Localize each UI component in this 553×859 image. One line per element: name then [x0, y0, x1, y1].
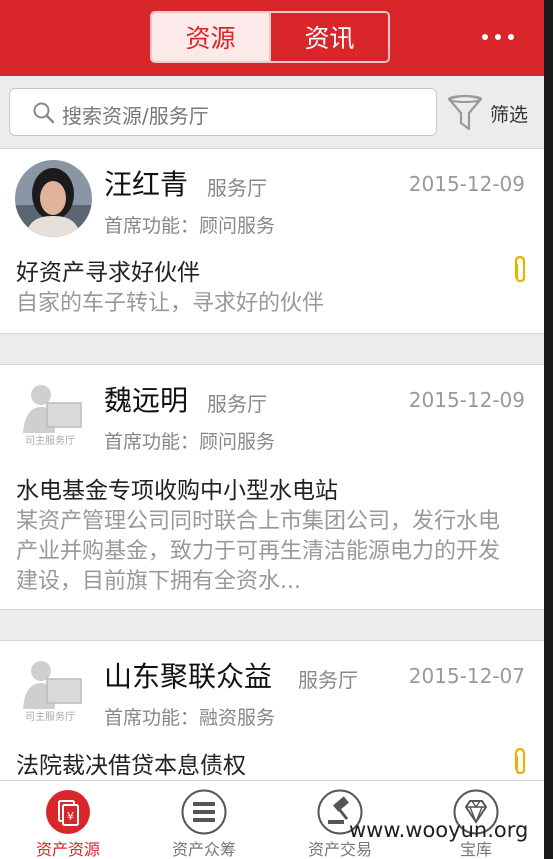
default-avatar: 司主服务厅	[15, 381, 85, 451]
more-icon[interactable]	[482, 34, 514, 40]
nav-asset-resources[interactable]: ¥ 资产资源	[0, 781, 136, 859]
avatar	[15, 160, 92, 237]
screen-edge	[544, 0, 553, 859]
nav-label: 资产众筹	[171, 840, 236, 859]
list-item[interactable]: 司主服务厅 魏远明 服务厅 2015-12-09 首席功能：顾问服务 水电基金专…	[0, 364, 544, 610]
filter-icon	[447, 94, 483, 131]
search-placeholder: 搜索资源/服务厅	[62, 104, 209, 128]
post-date: 2015-12-07	[408, 664, 525, 688]
provider-name: 山东聚联众益	[104, 660, 273, 693]
segmented-control: 资源 资讯	[150, 11, 390, 63]
provider-name: 魏远明	[104, 384, 189, 417]
primary-function: 首席功能：融资服务	[104, 707, 276, 729]
asset-resource-icon: ¥	[46, 790, 90, 834]
watermark: www.wooyun.org	[349, 818, 529, 842]
search-input[interactable]: 搜索资源/服务厅	[9, 88, 437, 136]
listing-title: 法院裁决借贷本息债权	[16, 753, 246, 779]
listing-description: 自家的车子转让，寻求好的伙伴	[16, 291, 325, 316]
svg-text:¥: ¥	[67, 810, 74, 823]
provider-tag: 服务厅	[207, 176, 267, 200]
crowdfunding-icon	[181, 789, 227, 835]
provider-tag: 服务厅	[298, 668, 358, 692]
default-avatar: 司主服务厅	[15, 657, 85, 727]
top-bar: 资源 资讯	[0, 0, 544, 76]
attachment-icon	[514, 747, 526, 775]
provider-name: 汪红青	[104, 168, 189, 201]
filter-button[interactable]: 筛选	[446, 91, 538, 133]
post-date: 2015-12-09	[408, 172, 525, 196]
nav-crowdfunding[interactable]: 资产众筹	[136, 781, 272, 859]
search-bar: 搜索资源/服务厅 筛选	[0, 76, 544, 148]
nav-label: 资产资源	[35, 840, 100, 859]
tab-resources[interactable]: 资源	[152, 13, 269, 61]
avatar-caption: 司主服务厅	[25, 436, 75, 447]
listing-description: 某资产管理公司同时联合上市集团公司，发行水电产业并购基金，致力于可再生清洁能源电…	[16, 509, 501, 594]
listing-title: 水电基金专项收购中小型水电站	[16, 478, 338, 504]
post-date: 2015-12-09	[408, 388, 525, 412]
provider-tag: 服务厅	[207, 392, 267, 416]
avatar-caption: 司主服务厅	[25, 712, 75, 723]
list-item[interactable]: 汪红青 服务厅 2015-12-09 首席功能：顾问服务 好资产寻求好伙伴 自家…	[0, 148, 544, 334]
list-item[interactable]: 司主服务厅 山东聚联众益 服务厅 2015-12-07 首席功能：融资服务 法院…	[0, 640, 544, 782]
primary-function: 首席功能：顾问服务	[104, 431, 276, 453]
primary-function: 首席功能：顾问服务	[104, 215, 276, 237]
listing-title: 好资产寻求好伙伴	[16, 260, 200, 286]
app-screen: 资源 资讯 搜索资源/服务厅 筛选 汪红青 服务厅 2015-12-09 首席功…	[0, 0, 553, 859]
attachment-icon	[514, 255, 526, 283]
filter-label: 筛选	[490, 104, 529, 126]
tab-news[interactable]: 资讯	[269, 13, 388, 61]
search-icon	[33, 102, 55, 124]
